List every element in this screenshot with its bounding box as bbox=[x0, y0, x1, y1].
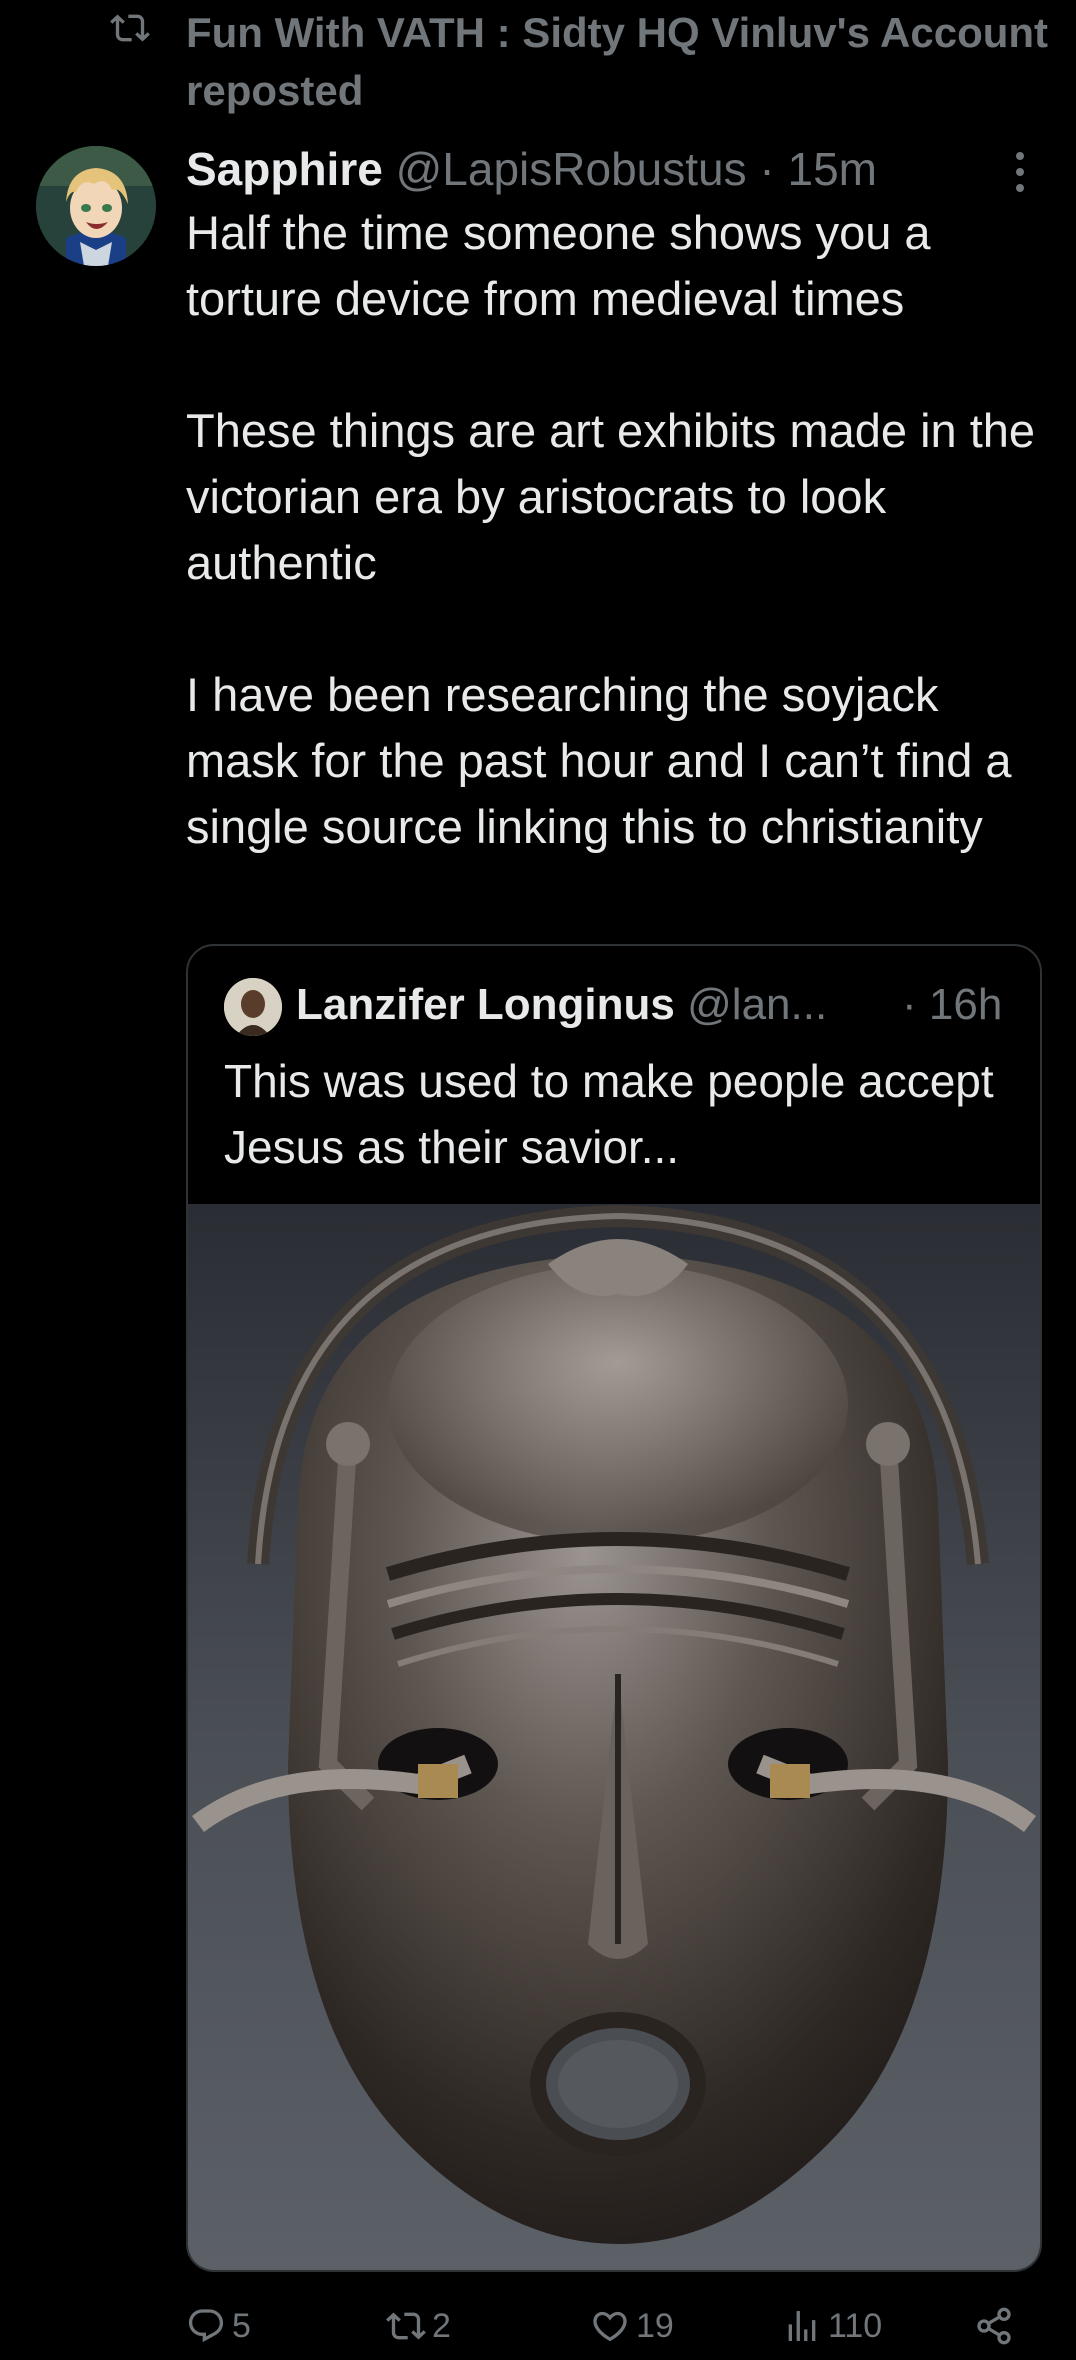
quoted-tweet-paragraph: This was used to make people accept Jesu… bbox=[224, 1055, 994, 1173]
share-icon bbox=[977, 2307, 1011, 2345]
repost-icon bbox=[386, 2312, 426, 2340]
quoted-tweet-timestamp[interactable]: · 16h bbox=[902, 972, 1002, 1038]
like-count: 19 bbox=[636, 2306, 674, 2345]
anime-avatar-image bbox=[36, 146, 156, 266]
quoted-tweet-card[interactable]: Lanzifer Longinus @lan... · 16h This was… bbox=[186, 944, 1042, 2272]
quoted-author-avatar[interactable] bbox=[224, 978, 282, 1036]
author-handle[interactable]: @LapisRobustus bbox=[396, 143, 747, 195]
quoted-tweet-text: This was used to make people accept Jesu… bbox=[224, 1048, 1014, 1180]
repost-count: 2 bbox=[432, 2306, 451, 2345]
more-options-icon[interactable] bbox=[1006, 148, 1034, 196]
tweet-paragraph: I have been researching the soyjack mask… bbox=[186, 668, 1012, 853]
share-button[interactable] bbox=[974, 2300, 1020, 2352]
quoted-avatar-image bbox=[224, 978, 282, 1036]
heart-icon bbox=[593, 2311, 627, 2342]
header-separator: · bbox=[759, 143, 775, 195]
like-button[interactable]: 19 bbox=[590, 2300, 674, 2352]
views-button[interactable]: 110 bbox=[782, 2300, 882, 2352]
views-icon bbox=[788, 2311, 816, 2341]
repost-label[interactable]: Fun With VATH : Sidty HQ Vinluv's Accoun… bbox=[186, 4, 1066, 120]
repost-icon bbox=[110, 14, 150, 42]
tweet-paragraph: These things are art exhibits made in th… bbox=[186, 404, 1036, 589]
tweet-paragraph: Half the time someone shows you a tortur… bbox=[186, 206, 931, 325]
tweet-text: Half the time someone shows you a tortur… bbox=[186, 200, 1046, 860]
tweet-timestamp[interactable]: 15m bbox=[788, 143, 877, 195]
views-count: 110 bbox=[828, 2306, 883, 2345]
repost-button[interactable]: 2 bbox=[386, 2300, 451, 2352]
quoted-author-name[interactable]: Lanzifer Longinus bbox=[296, 980, 675, 1029]
avatar[interactable] bbox=[36, 146, 156, 266]
repost-indicator[interactable]: Fun With VATH : Sidty HQ Vinluv's Accoun… bbox=[0, 0, 1076, 120]
author-display-name[interactable]: Sapphire bbox=[186, 143, 383, 195]
reply-count: 5 bbox=[232, 2306, 251, 2345]
quoted-author-handle[interactable]: @lan... bbox=[687, 980, 827, 1029]
quoted-tweet-image[interactable] bbox=[188, 1204, 1040, 2270]
iron-mask-photo bbox=[188, 1204, 1040, 2270]
reply-button[interactable]: 5 bbox=[186, 2300, 251, 2352]
tweet-action-bar: 5 2 19 110 bbox=[186, 2300, 1046, 2352]
reply-icon bbox=[188, 2309, 224, 2343]
tweet-header: Sapphire @LapisRobustus · 15m bbox=[186, 136, 986, 202]
